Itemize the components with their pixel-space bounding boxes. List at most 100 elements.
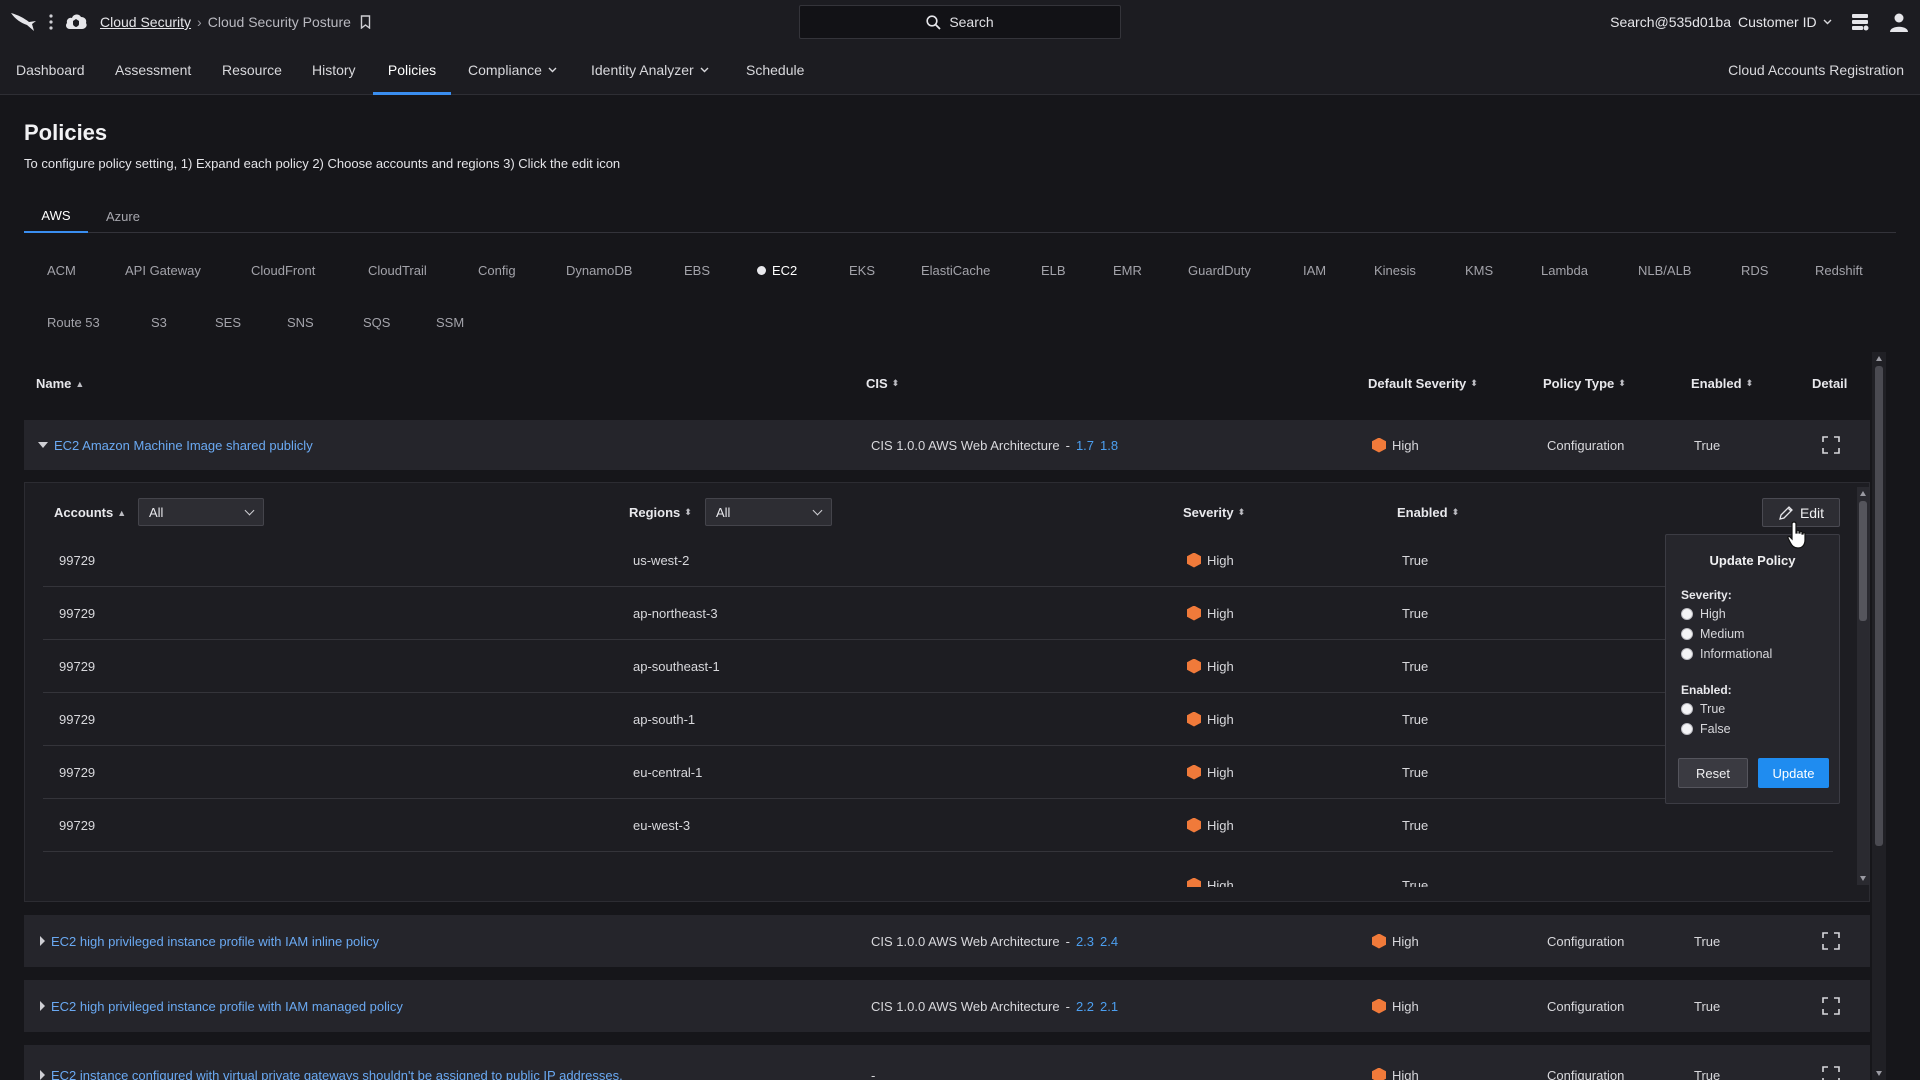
policy-name-cell[interactable]: EC2 high privileged instance profile wit… xyxy=(40,915,379,967)
expand-detail-icon[interactable] xyxy=(1822,915,1840,967)
column-severity[interactable]: Severity ⬍ xyxy=(1183,505,1245,520)
policy-name-cell[interactable]: EC2 high privileged instance profile wit… xyxy=(40,980,403,1032)
update-button[interactable]: Update xyxy=(1758,758,1829,788)
scroll-up-icon[interactable] xyxy=(1876,356,1882,361)
service-eks[interactable]: EKS xyxy=(849,263,875,278)
policy-row[interactable]: EC2 instance configured with virtual pri… xyxy=(24,1045,1870,1080)
service-sqs[interactable]: SQS xyxy=(363,315,390,330)
service-kinesis[interactable]: Kinesis xyxy=(1374,263,1416,278)
service-sns[interactable]: SNS xyxy=(287,315,314,330)
scrollbar-thumb[interactable] xyxy=(1875,366,1883,846)
cis-ref-link[interactable]: 1.7 xyxy=(1076,438,1094,453)
regions-filter-select[interactable]: All xyxy=(705,498,832,526)
service-cloudfront[interactable]: CloudFront xyxy=(251,263,315,278)
customer-id-dropdown[interactable]: Customer ID xyxy=(1738,14,1832,30)
bookmark-icon[interactable] xyxy=(360,15,371,29)
app-menu-icon[interactable] xyxy=(49,13,53,31)
column-default-severity[interactable]: Default Severity ⬍ xyxy=(1368,376,1478,391)
radio-button[interactable] xyxy=(1681,648,1693,660)
service-ssm[interactable]: SSM xyxy=(436,315,464,330)
service-s3[interactable]: S3 xyxy=(151,315,167,330)
main-scrollbar[interactable] xyxy=(1872,352,1886,1080)
user-profile-icon[interactable] xyxy=(1888,11,1910,33)
column-accounts[interactable]: Accounts ▲ xyxy=(54,505,126,520)
notifications-icon[interactable] xyxy=(1850,12,1870,32)
falcon-logo-icon[interactable] xyxy=(10,11,38,33)
cis-ref-link[interactable]: 1.8 xyxy=(1100,438,1118,453)
radio-button[interactable] xyxy=(1681,608,1693,620)
collapse-caret-icon[interactable] xyxy=(38,442,48,448)
breadcrumb-cloud-security[interactable]: Cloud Security xyxy=(100,14,191,30)
account-region-row[interactable]: 99729 eu-central-1 High True xyxy=(43,746,1833,799)
enabled-option-true[interactable]: True xyxy=(1681,702,1725,716)
panel-scrollbar[interactable] xyxy=(1857,487,1869,885)
expand-detail-icon[interactable] xyxy=(1822,980,1840,1032)
severity-option-informational[interactable]: Informational xyxy=(1681,647,1772,661)
service-ebs[interactable]: EBS xyxy=(684,263,710,278)
cis-ref-link[interactable]: 2.4 xyxy=(1100,934,1118,949)
expand-caret-icon[interactable] xyxy=(40,1070,45,1080)
service-acm[interactable]: ACM xyxy=(47,263,76,278)
expand-caret-icon[interactable] xyxy=(40,936,45,946)
expand-detail-icon[interactable] xyxy=(1822,420,1840,470)
radio-button[interactable] xyxy=(1681,723,1693,735)
tab-aws[interactable]: AWS xyxy=(24,200,88,233)
enabled-option-false[interactable]: False xyxy=(1681,722,1731,736)
radio-button[interactable] xyxy=(1681,703,1693,715)
user-email[interactable]: Search@535d01ba xyxy=(1610,14,1731,30)
severity-option-medium[interactable]: Medium xyxy=(1681,627,1744,641)
global-search-button[interactable]: Search xyxy=(799,5,1121,39)
service-route53[interactable]: Route 53 xyxy=(47,315,100,330)
scroll-down-icon[interactable] xyxy=(1876,1071,1882,1076)
nav-dashboard[interactable]: Dashboard xyxy=(16,44,85,95)
policy-name-cell[interactable]: EC2 instance configured with virtual pri… xyxy=(40,1045,623,1080)
service-elb[interactable]: ELB xyxy=(1041,263,1066,278)
nav-compliance[interactable]: Compliance xyxy=(468,44,557,95)
service-ec2[interactable]: EC2 xyxy=(757,263,797,278)
service-rds[interactable]: RDS xyxy=(1741,263,1768,278)
column-cis[interactable]: CIS ⬍ xyxy=(866,376,899,391)
service-config[interactable]: Config xyxy=(478,263,516,278)
service-elasticache[interactable]: ElastiCache xyxy=(921,263,990,278)
service-api-gateway[interactable]: API Gateway xyxy=(125,263,201,278)
policy-row[interactable]: EC2 Amazon Machine Image shared publicly… xyxy=(24,420,1870,470)
nav-policies[interactable]: Policies xyxy=(373,44,451,95)
account-region-row[interactable]: 99729 eu-west-3 High True xyxy=(43,799,1833,852)
policy-name-cell[interactable]: EC2 Amazon Machine Image shared publicly xyxy=(38,420,313,470)
policy-row[interactable]: EC2 high privileged instance profile wit… xyxy=(24,980,1870,1032)
service-iam[interactable]: IAM xyxy=(1303,263,1326,278)
column-sub-enabled[interactable]: Enabled ⬍ xyxy=(1397,505,1459,520)
expand-caret-icon[interactable] xyxy=(40,1001,45,1011)
cis-ref-link[interactable]: 2.1 xyxy=(1100,999,1118,1014)
column-policy-type[interactable]: Policy Type ⬍ xyxy=(1543,376,1626,391)
accounts-filter-select[interactable]: All xyxy=(138,498,264,526)
policy-name[interactable]: EC2 high privileged instance profile wit… xyxy=(51,999,403,1014)
service-guardduty[interactable]: GuardDuty xyxy=(1188,263,1251,278)
policy-name[interactable]: EC2 instance configured with virtual pri… xyxy=(51,1068,623,1080)
scroll-down-icon[interactable] xyxy=(1860,876,1866,881)
service-redshift[interactable]: Redshift xyxy=(1815,263,1863,278)
nav-history[interactable]: History xyxy=(312,44,356,95)
nav-schedule[interactable]: Schedule xyxy=(746,44,804,95)
scroll-up-icon[interactable] xyxy=(1860,491,1866,496)
cloud-accounts-registration-link[interactable]: Cloud Accounts Registration xyxy=(1728,44,1904,95)
radio-button[interactable] xyxy=(1681,628,1693,640)
column-enabled[interactable]: Enabled ⬍ xyxy=(1691,376,1753,391)
service-dynamodb[interactable]: DynamoDB xyxy=(566,263,632,278)
service-kms[interactable]: KMS xyxy=(1465,263,1493,278)
column-name[interactable]: Name ▲ xyxy=(36,376,84,391)
expand-detail-icon[interactable] xyxy=(1822,1045,1840,1080)
nav-identity-analyzer[interactable]: Identity Analyzer xyxy=(591,44,709,95)
policy-name[interactable]: EC2 high privileged instance profile wit… xyxy=(51,934,379,949)
account-region-row[interactable]: 99729 ap-southeast-1 High True xyxy=(43,640,1833,693)
cis-ref-link[interactable]: 2.2 xyxy=(1076,999,1094,1014)
cis-ref-link[interactable]: 2.3 xyxy=(1076,934,1094,949)
reset-button[interactable]: Reset xyxy=(1678,758,1748,788)
account-region-row[interactable]: 99729 us-east-1 High True xyxy=(43,859,1833,887)
policy-name[interactable]: EC2 Amazon Machine Image shared publicly xyxy=(54,438,313,453)
column-regions[interactable]: Regions ⬍ xyxy=(629,505,692,520)
account-region-row[interactable]: 99729 ap-northeast-3 High True xyxy=(43,587,1833,640)
nav-assessment[interactable]: Assessment xyxy=(115,44,191,95)
tab-azure[interactable]: Azure xyxy=(106,200,140,233)
nav-resource[interactable]: Resource xyxy=(222,44,282,95)
